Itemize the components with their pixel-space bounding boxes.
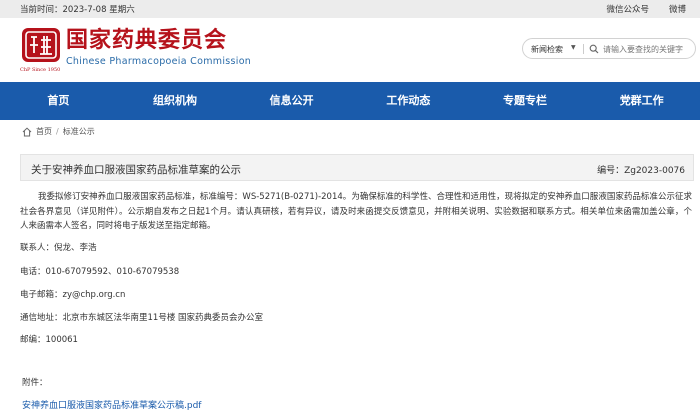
search-input[interactable] xyxy=(603,42,693,56)
site-title-en: Chinese Pharmacopoeia Commission xyxy=(66,56,252,67)
contact-phone: 电话：010-67079592、010-67079538 xyxy=(20,267,180,277)
nav-item-information[interactable]: 信息公开 xyxy=(233,82,350,120)
chevron-down-icon[interactable]: ▼ xyxy=(571,44,576,51)
attachment-label: 附件： xyxy=(22,378,48,388)
current-date: 当前时间：2023-7-08 星期六 xyxy=(20,5,135,15)
nav-item-organization[interactable]: 组织机构 xyxy=(117,82,234,120)
nav-item-special-topics[interactable]: 专题专栏 xyxy=(467,82,584,120)
nav-item-work-news[interactable]: 工作动态 xyxy=(350,82,467,120)
article-paragraph: 我委拟修订安神养血口服液国家药品标准，标准编号：WS-5271(B-0271)-… xyxy=(20,192,692,231)
social-links: 微信公众号 微博 xyxy=(606,3,686,15)
contact-person: 联系人：倪龙、李浩 xyxy=(20,243,97,253)
breadcrumb-current[interactable]: 标准公示 xyxy=(63,126,95,137)
wechat-link[interactable]: 微信公众号 xyxy=(606,3,649,15)
nav-item-party-work[interactable]: 党群工作 xyxy=(583,82,700,120)
attachment-link[interactable]: 安神养血口服液国家药品标准草案公示稿.pdf xyxy=(22,398,201,411)
article-title-bar: 关于安神养血口服液国家药品标准草案的公示 编号：Zg2023-0076 xyxy=(20,154,694,181)
main-nav: 首页 组织机构 信息公开 工作动态 专题专栏 党群工作 xyxy=(0,82,700,120)
article-number: 编号：Zg2023-0076 xyxy=(597,166,685,176)
search-icon[interactable] xyxy=(589,44,599,54)
contact-email: 电子邮箱：zy@chp.org.cn xyxy=(20,290,126,300)
search-box: 新闻检索 ▼ xyxy=(522,38,696,59)
contact-postcode: 邮编：100061 xyxy=(20,335,78,345)
breadcrumb-home[interactable]: 首页 xyxy=(36,126,52,137)
logo-seal-icon[interactable] xyxy=(20,25,62,65)
home-icon xyxy=(22,127,32,136)
site-title-cn: 国家药典委员会 xyxy=(66,28,228,53)
article-body: 我委拟修订安神养血口服液国家药品标准，标准编号：WS-5271(B-0271)-… xyxy=(20,190,692,234)
logo-year: ChP Since 1950 xyxy=(20,67,61,73)
search-category-select[interactable]: 新闻检索 xyxy=(531,44,563,55)
search-divider xyxy=(583,44,584,54)
weibo-link[interactable]: 微博 xyxy=(669,3,686,15)
nav-item-home[interactable]: 首页 xyxy=(0,82,117,120)
breadcrumb: 首页 / 标准公示 xyxy=(22,126,95,137)
article-title: 关于安神养血口服液国家药品标准草案的公示 xyxy=(31,164,241,176)
contact-address: 通信地址：北京市东城区法华南里11号楼 国家药典委员会办公室 xyxy=(20,313,264,323)
top-info-bar: 当前时间：2023-7-08 星期六 微信公众号 微博 xyxy=(0,0,700,18)
breadcrumb-separator: / xyxy=(56,127,59,136)
site-header: ChP Since 1950 国家药典委员会 Chinese Pharmacop… xyxy=(0,18,700,82)
site-logo[interactable]: 国家药典委员会 Chinese Pharmacopoeia Commission xyxy=(66,28,251,67)
